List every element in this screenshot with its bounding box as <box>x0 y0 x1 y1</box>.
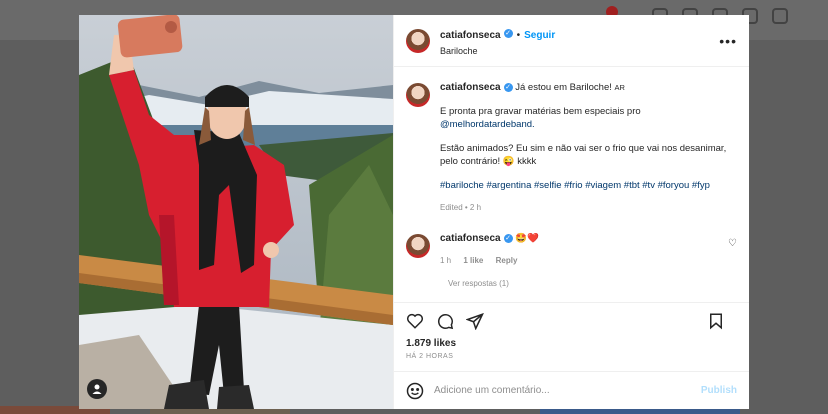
activity-icon <box>772 8 788 24</box>
caption-edited: Edited • 2 h <box>440 203 482 212</box>
add-comment-bar: Publish <box>394 371 749 409</box>
reply-comment: catiafonseca ✓ 🤩❤️ 1 h 1 like Reply ♡ <box>406 232 737 267</box>
post-header: catiafonseca ✓ • Seguir Bariloche ••• <box>394 15 749 67</box>
avatar[interactable] <box>406 234 430 258</box>
share-icon[interactable] <box>466 312 484 330</box>
caption-comment: catiafonseca ✓ Já estou em Bariloche! AR … <box>406 81 737 214</box>
reply-text: 🤩❤️ <box>515 233 539 244</box>
post-author: catiafonseca ✓ • Seguir Bariloche <box>440 25 555 56</box>
user-tag-icon[interactable] <box>87 379 107 399</box>
verified-badge-icon: ✓ <box>503 29 513 39</box>
post-photo[interactable] <box>79 15 393 409</box>
posted-time[interactable]: HÁ 2 HORAS <box>394 349 749 371</box>
person-icon <box>92 384 102 394</box>
bookmark-icon[interactable] <box>707 312 725 330</box>
verified-badge-icon: ✓ <box>503 233 513 243</box>
separator-dot: • <box>516 30 521 41</box>
verified-badge-icon: ✓ <box>503 82 513 92</box>
action-bar <box>394 302 749 338</box>
post-modal: catiafonseca ✓ • Seguir Bariloche ••• catia… <box>79 15 749 409</box>
caption-username[interactable]: catiafonseca <box>440 82 501 93</box>
reply-button[interactable]: Reply <box>496 256 518 265</box>
likes-count[interactable]: 1.879 likes <box>394 338 749 349</box>
avatar[interactable] <box>406 28 430 53</box>
comments-area: catiafonseca ✓ Já estou em Bariloche! AR … <box>394 67 749 302</box>
reply-username[interactable]: catiafonseca <box>440 233 501 244</box>
reply-time: 1 h <box>440 256 452 265</box>
comment-input[interactable] <box>434 385 701 396</box>
caption-line2: E pronta pra gravar matérias bem especia… <box>440 106 641 117</box>
heart-icon[interactable] <box>406 312 424 330</box>
publish-button[interactable]: Publish <box>701 385 737 396</box>
hashtags[interactable]: #bariloche #argentina #selfie #frio #via… <box>440 179 737 192</box>
caption-line3: Estão animados? Eu sim e não vai ser o f… <box>440 143 727 167</box>
reply-likes[interactable]: 1 like <box>463 256 483 265</box>
location-link[interactable]: Bariloche <box>440 46 555 56</box>
avatar[interactable] <box>406 83 430 107</box>
follow-button[interactable]: Seguir <box>524 30 555 41</box>
country-flag-text: AR <box>614 83 625 92</box>
post-sidebar: catiafonseca ✓ • Seguir Bariloche ••• catia… <box>393 15 749 409</box>
view-replies[interactable]: Ver respostas (1) <box>406 279 737 291</box>
more-options-icon[interactable]: ••• <box>719 33 737 49</box>
selfie-photo-illustration <box>79 15 393 409</box>
caption-line1: Já estou em Bariloche! <box>515 82 612 93</box>
author-username[interactable]: catiafonseca <box>440 30 501 41</box>
mention-link[interactable]: @melhordatardeband. <box>440 119 535 130</box>
reply-meta: 1 h 1 like Reply <box>440 254 539 267</box>
like-comment-icon[interactable]: ♡ <box>728 238 737 249</box>
emoji-icon[interactable] <box>406 382 424 400</box>
reply-body: catiafonseca ✓ 🤩❤️ 1 h 1 like Reply <box>440 232 539 267</box>
caption-body: catiafonseca ✓ Já estou em Bariloche! AR … <box>440 81 737 214</box>
comment-icon[interactable] <box>436 312 454 330</box>
